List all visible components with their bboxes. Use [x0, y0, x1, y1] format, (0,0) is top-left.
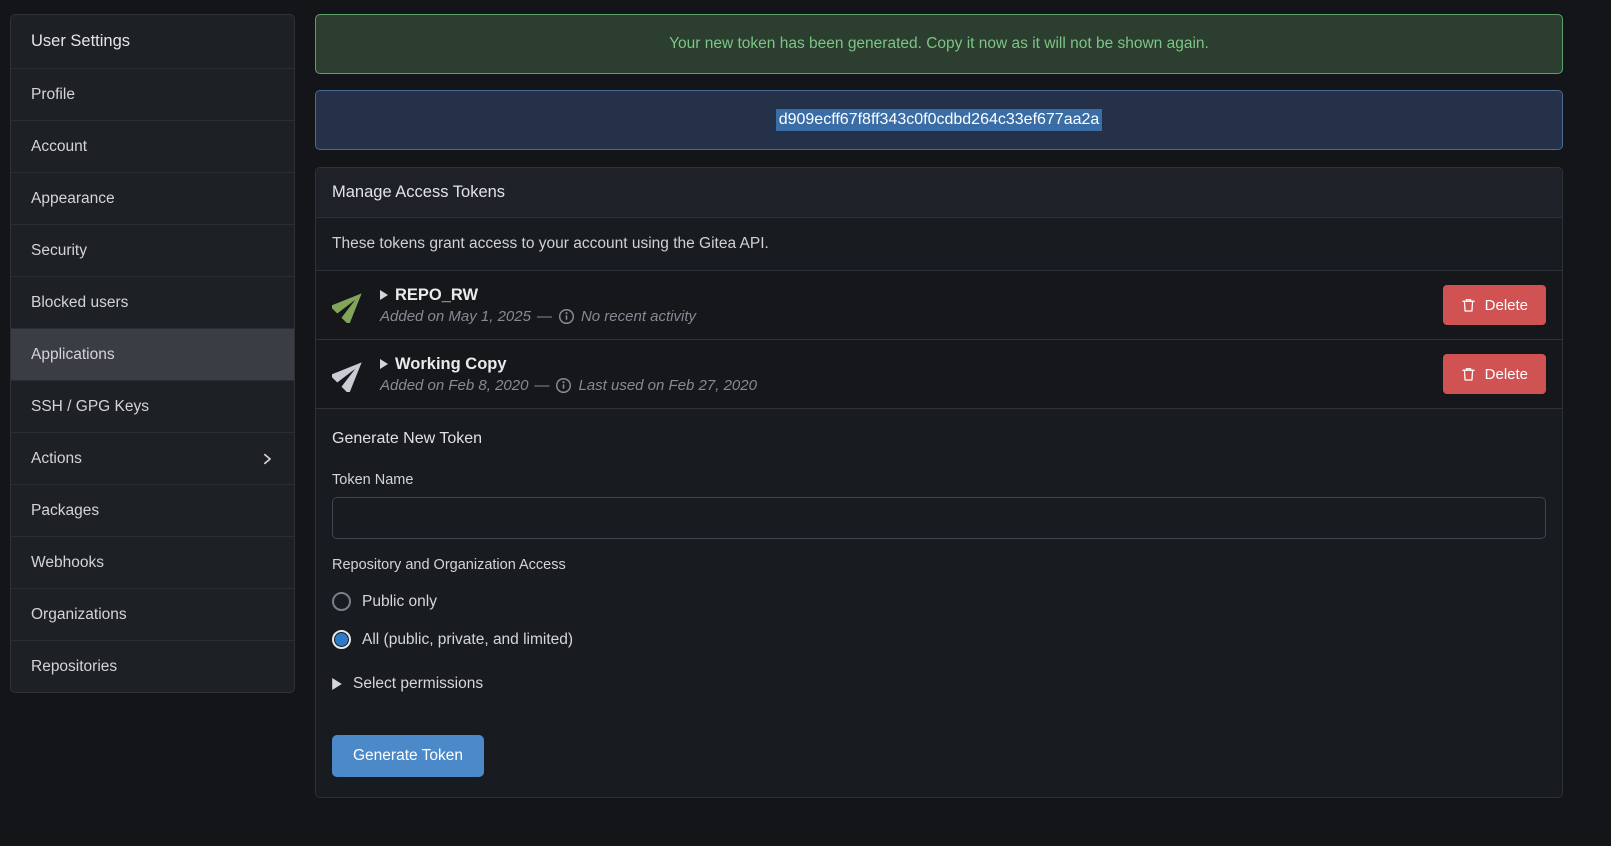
- delete-label: Delete: [1485, 297, 1528, 314]
- sidebar-item-label: Account: [31, 138, 87, 156]
- flash-success-message: Your new token has been generated. Copy …: [315, 14, 1563, 74]
- sidebar-item-label: Appearance: [31, 190, 115, 208]
- select-permissions-toggle[interactable]: Select permissions: [332, 675, 483, 693]
- token-row: Working Copy Added on Feb 8, 2020 — Last…: [316, 340, 1562, 409]
- token-row: REPO_RW Added on May 1, 2025 — No recent…: [316, 271, 1562, 340]
- access-scope-label: Repository and Organization Access: [332, 557, 1546, 573]
- info-icon: [555, 377, 572, 394]
- sidebar-item-label: Packages: [31, 502, 99, 520]
- caret-right-icon: [380, 359, 388, 369]
- sidebar-item-security[interactable]: Security: [11, 225, 294, 277]
- token-activity: No recent activity: [581, 308, 696, 325]
- sidebar-item-label: Profile: [31, 86, 75, 104]
- radio-icon[interactable]: [332, 592, 351, 611]
- delete-token-button[interactable]: Delete: [1443, 354, 1546, 394]
- sidebar-item-ssh-gpg-keys[interactable]: SSH / GPG Keys: [11, 381, 294, 433]
- radio-label: Public only: [362, 593, 437, 611]
- new-token-value[interactable]: d909ecff67f8ff343c0f0cdbd264c33ef677aa2a: [776, 109, 1103, 131]
- radio-label: All (public, private, and limited): [362, 631, 573, 649]
- sidebar-item-blocked-users[interactable]: Blocked users: [11, 277, 294, 329]
- sidebar-item-label: Blocked users: [31, 294, 128, 312]
- sidebar-item-organizations[interactable]: Organizations: [11, 589, 294, 641]
- delete-token-button[interactable]: Delete: [1443, 285, 1546, 325]
- token-meta: Added on Feb 8, 2020 — Last used on Feb …: [380, 377, 1443, 394]
- sidebar-item-profile[interactable]: Profile: [11, 69, 294, 121]
- trash-icon: [1461, 297, 1476, 313]
- caret-right-icon: [380, 290, 388, 300]
- sidebar-item-label: Security: [31, 242, 87, 260]
- delete-label: Delete: [1485, 366, 1528, 383]
- settings-sidebar: User Settings Profile Account Appearance…: [10, 14, 295, 693]
- token-added: Added on Feb 8, 2020: [380, 377, 528, 394]
- sidebar-item-appearance[interactable]: Appearance: [11, 173, 294, 225]
- token-info: REPO_RW Added on May 1, 2025 — No recent…: [380, 286, 1443, 325]
- token-name: Working Copy: [395, 355, 507, 374]
- token-activity: Last used on Feb 27, 2020: [578, 377, 756, 394]
- select-permissions-label: Select permissions: [353, 675, 483, 693]
- sidebar-item-repositories[interactable]: Repositories: [11, 641, 294, 692]
- panel-description: These tokens grant access to your accoun…: [316, 218, 1562, 271]
- trash-icon: [1461, 366, 1476, 382]
- access-radio-option[interactable]: All (public, private, and limited): [332, 630, 1546, 649]
- send-icon: [332, 287, 368, 323]
- token-added: Added on May 1, 2025: [380, 308, 531, 325]
- meta-separator: —: [537, 308, 552, 325]
- token-meta: Added on May 1, 2025 — No recent activit…: [380, 308, 1443, 325]
- token-list: REPO_RW Added on May 1, 2025 — No recent…: [316, 271, 1562, 409]
- send-icon: [332, 356, 368, 392]
- flash-text: Your new token has been generated. Copy …: [669, 35, 1209, 53]
- sidebar-nav: Profile Account Appearance Security Bloc…: [11, 69, 294, 692]
- sidebar-item-packages[interactable]: Packages: [11, 485, 294, 537]
- sidebar-title: User Settings: [11, 15, 294, 69]
- token-name-label: Token Name: [332, 472, 1546, 488]
- meta-separator: —: [534, 377, 549, 394]
- token-name-input[interactable]: [332, 497, 1546, 539]
- radio-icon[interactable]: [332, 630, 351, 649]
- access-tokens-panel: Manage Access Tokens These tokens grant …: [315, 167, 1563, 798]
- sidebar-item-label: Applications: [31, 346, 115, 364]
- token-info: Working Copy Added on Feb 8, 2020 — Last…: [380, 355, 1443, 394]
- sidebar-item-applications[interactable]: Applications: [11, 329, 294, 381]
- info-icon: [558, 308, 575, 325]
- generate-form-title: Generate New Token: [332, 430, 1546, 448]
- token-name-line[interactable]: REPO_RW: [380, 286, 1443, 305]
- sidebar-item-label: Actions: [31, 450, 82, 468]
- sidebar-item-account[interactable]: Account: [11, 121, 294, 173]
- access-radio-option[interactable]: Public only: [332, 592, 1546, 611]
- sidebar-item-label: Webhooks: [31, 554, 104, 572]
- sidebar-item-webhooks[interactable]: Webhooks: [11, 537, 294, 589]
- generate-token-button[interactable]: Generate Token: [332, 735, 484, 777]
- generate-token-form: Generate New Token Token Name Repository…: [316, 409, 1562, 797]
- main-content: Your new token has been generated. Copy …: [315, 14, 1563, 798]
- sidebar-item-label: Repositories: [31, 658, 117, 676]
- send-icon-path: [332, 287, 368, 323]
- sidebar-item-actions[interactable]: Actions: [11, 433, 294, 485]
- sidebar-item-label: Organizations: [31, 606, 127, 624]
- page: User Settings Profile Account Appearance…: [0, 0, 1611, 818]
- sidebar-item-label: SSH / GPG Keys: [31, 398, 149, 416]
- new-token-display[interactable]: d909ecff67f8ff343c0f0cdbd264c33ef677aa2a: [315, 90, 1563, 150]
- send-icon-path: [332, 356, 368, 392]
- token-name: REPO_RW: [395, 286, 478, 305]
- token-name-line[interactable]: Working Copy: [380, 355, 1443, 374]
- access-radio-group: Public only All (public, private, and li…: [332, 592, 1546, 649]
- caret-right-icon: [332, 678, 342, 690]
- chevron-right-icon: [260, 452, 274, 466]
- panel-title: Manage Access Tokens: [316, 168, 1562, 218]
